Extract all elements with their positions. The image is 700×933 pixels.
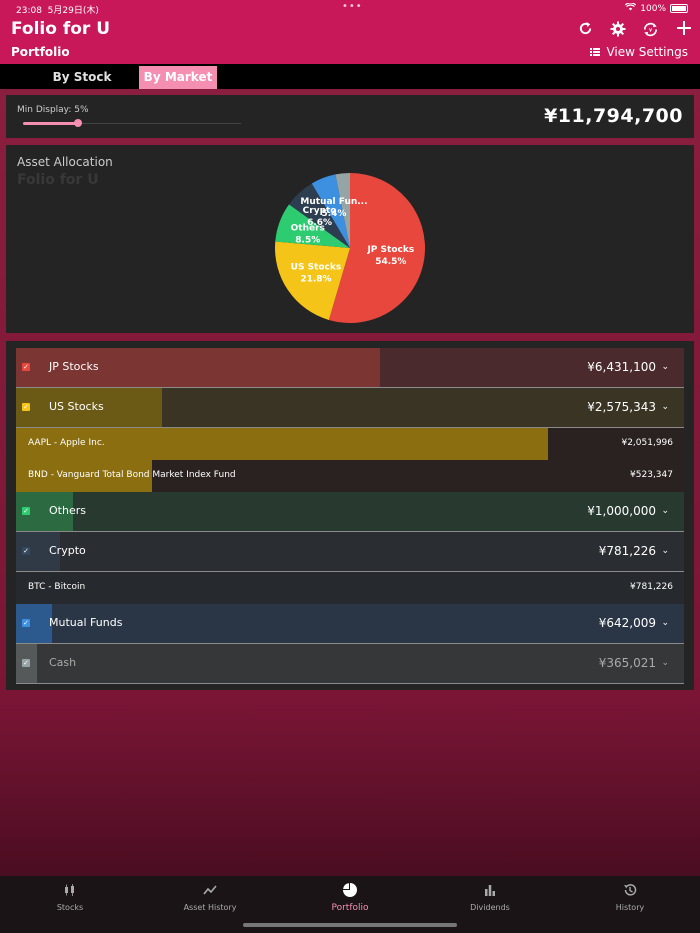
category-amount: ¥365,021 [598, 656, 656, 670]
checkbox[interactable]: ✓ [22, 659, 30, 667]
category-row[interactable]: ✓ Crypto ¥781,226 ⌄ [16, 532, 684, 572]
battery-percent: 100% [640, 3, 666, 14]
view-settings-label: View Settings [606, 45, 688, 59]
holding-row[interactable]: AAPL - Apple Inc. ¥2,051,996 [16, 428, 684, 460]
checkbox[interactable]: ✓ [22, 619, 30, 627]
min-display-label: Min Display: 5% [17, 105, 89, 115]
category-amount: ¥1,000,000 [587, 504, 656, 518]
category-row[interactable]: ✓ JP Stocks ¥6,431,100 ⌄ [16, 348, 684, 388]
category-label: US Stocks [49, 400, 104, 413]
category-row[interactable]: ✓ US Stocks ¥2,575,343 ⌄ [16, 388, 684, 428]
nav-label-portfolio: Portfolio [331, 903, 369, 913]
category-row[interactable]: ✓ Others ¥1,000,000 ⌄ [16, 492, 684, 532]
page-subtitle: Portfolio [11, 45, 70, 59]
pie-label-name-0: JP Stocks [366, 245, 414, 255]
tab-by-stock[interactable]: By Stock [43, 66, 121, 89]
pie-label-percent-2: 8.5% [295, 235, 320, 245]
nav-stocks[interactable]: Stocks [20, 882, 120, 912]
chevron-down-icon[interactable]: ⌄ [661, 362, 669, 372]
holding-label: BTC - Bitcoin [28, 582, 86, 592]
nav-dividends[interactable]: Dividends [440, 882, 540, 912]
holding-label: BND - Vanguard Total Bond Market Index F… [28, 470, 236, 480]
add-icon[interactable] [677, 21, 691, 39]
category-label: Mutual Funds [49, 616, 123, 629]
asset-allocation-panel: Asset Allocation Folio for U JP Stocks 54… [6, 145, 694, 333]
chevron-down-icon[interactable]: ⌄ [661, 546, 669, 556]
category-label: Cash [49, 656, 77, 669]
chevron-down-icon[interactable]: ⌄ [661, 402, 669, 412]
category-amount: ¥2,575,343 [587, 400, 656, 414]
category-amount: ¥781,226 [598, 544, 656, 558]
holding-label: AAPL - Apple Inc. [28, 438, 105, 448]
checkbox[interactable]: ✓ [22, 507, 30, 515]
pie-label-name-4: Mutual Fun... [300, 197, 367, 207]
min-display-slider-thumb[interactable] [73, 119, 82, 127]
allocation-pie-chart: JP Stocks54.5%US Stocks21.8%Others8.5%Cr… [275, 173, 426, 323]
category-label: Crypto [49, 544, 86, 557]
list-icon [590, 48, 601, 56]
total-value: ¥11,794,700 [544, 105, 683, 127]
battery-icon [670, 4, 688, 13]
status-time: 23:08 5月29日(木) [16, 6, 99, 16]
svg-text:¥: ¥ [649, 28, 653, 34]
checkbox[interactable]: ✓ [22, 363, 30, 371]
category-amount: ¥642,009 [598, 616, 656, 630]
nav-asset-history[interactable]: Asset History [160, 882, 260, 912]
category-row[interactable]: ✓ Mutual Funds ¥642,009 ⌄ [16, 604, 684, 644]
view-tabs: By Stock By Market [0, 64, 700, 89]
view-settings-button[interactable]: View Settings [590, 45, 688, 59]
app-title: Folio for U [11, 19, 111, 39]
checkbox[interactable]: ✓ [22, 547, 30, 555]
pie-label-percent-4: 5.4% [321, 209, 346, 219]
breakdown-panel: ✓ JP Stocks ¥6,431,100 ⌄ ✓ US Stocks ¥2,575,34… [6, 341, 694, 690]
nav-label-asset-history: Asset History [183, 903, 237, 912]
category-row[interactable]: ✓ Cash ¥365,021 ⌄ [16, 644, 684, 684]
holding-amount: ¥2,051,996 [621, 438, 673, 448]
category-label: JP Stocks [49, 360, 99, 373]
holding-amount: ¥523,347 [630, 470, 673, 480]
checkbox[interactable]: ✓ [22, 403, 30, 411]
wifi-icon [625, 2, 637, 14]
nav-history[interactable]: History [580, 882, 680, 912]
chevron-down-icon[interactable]: ⌄ [661, 618, 669, 628]
app-header: 23:08 5月29日(木) ••• 100% Folio for U Port… [0, 0, 700, 64]
chevron-down-icon[interactable]: ⌄ [661, 506, 669, 516]
summary-panel: Min Display: 5% ¥11,794,700 [6, 95, 694, 138]
chevron-down-icon[interactable]: ⌄ [661, 658, 669, 668]
nav-label-history: History [615, 903, 645, 912]
pie-label-name-1: US Stocks [291, 262, 342, 272]
multitask-dots[interactable]: ••• [342, 1, 363, 12]
sync-icon[interactable]: ¥ [642, 21, 659, 42]
holding-row[interactable]: BTC - Bitcoin ¥781,226 [16, 572, 684, 604]
holding-row[interactable]: BND - Vanguard Total Bond Market Index F… [16, 460, 684, 492]
breakdown-list: ✓ JP Stocks ¥6,431,100 ⌄ ✓ US Stocks ¥2,575,34… [16, 348, 684, 684]
pie-label-percent-3: 6.6% [307, 218, 332, 228]
history-icon [580, 882, 680, 898]
holding-amount: ¥781,226 [630, 582, 673, 592]
min-display-slider-fill [23, 122, 78, 125]
category-label: Others [49, 504, 86, 517]
status-right: 100% [625, 2, 688, 14]
category-amount: ¥6,431,100 [587, 360, 656, 374]
pie-chart-icon [300, 882, 400, 898]
home-indicator [243, 923, 457, 927]
nav-label-dividends: Dividends [470, 903, 510, 912]
tab-by-market[interactable]: By Market [139, 66, 217, 89]
refresh-icon[interactable] [578, 21, 593, 40]
candlestick-icon [20, 882, 120, 898]
nav-portfolio[interactable]: Portfolio [300, 882, 400, 913]
nav-label-stocks: Stocks [56, 903, 84, 912]
bar-chart-icon [440, 882, 540, 898]
gear-icon[interactable] [610, 21, 626, 41]
pie-label-percent-1: 21.8% [300, 274, 331, 284]
line-chart-icon [160, 882, 260, 898]
pie-label-percent-0: 54.5% [375, 257, 406, 267]
